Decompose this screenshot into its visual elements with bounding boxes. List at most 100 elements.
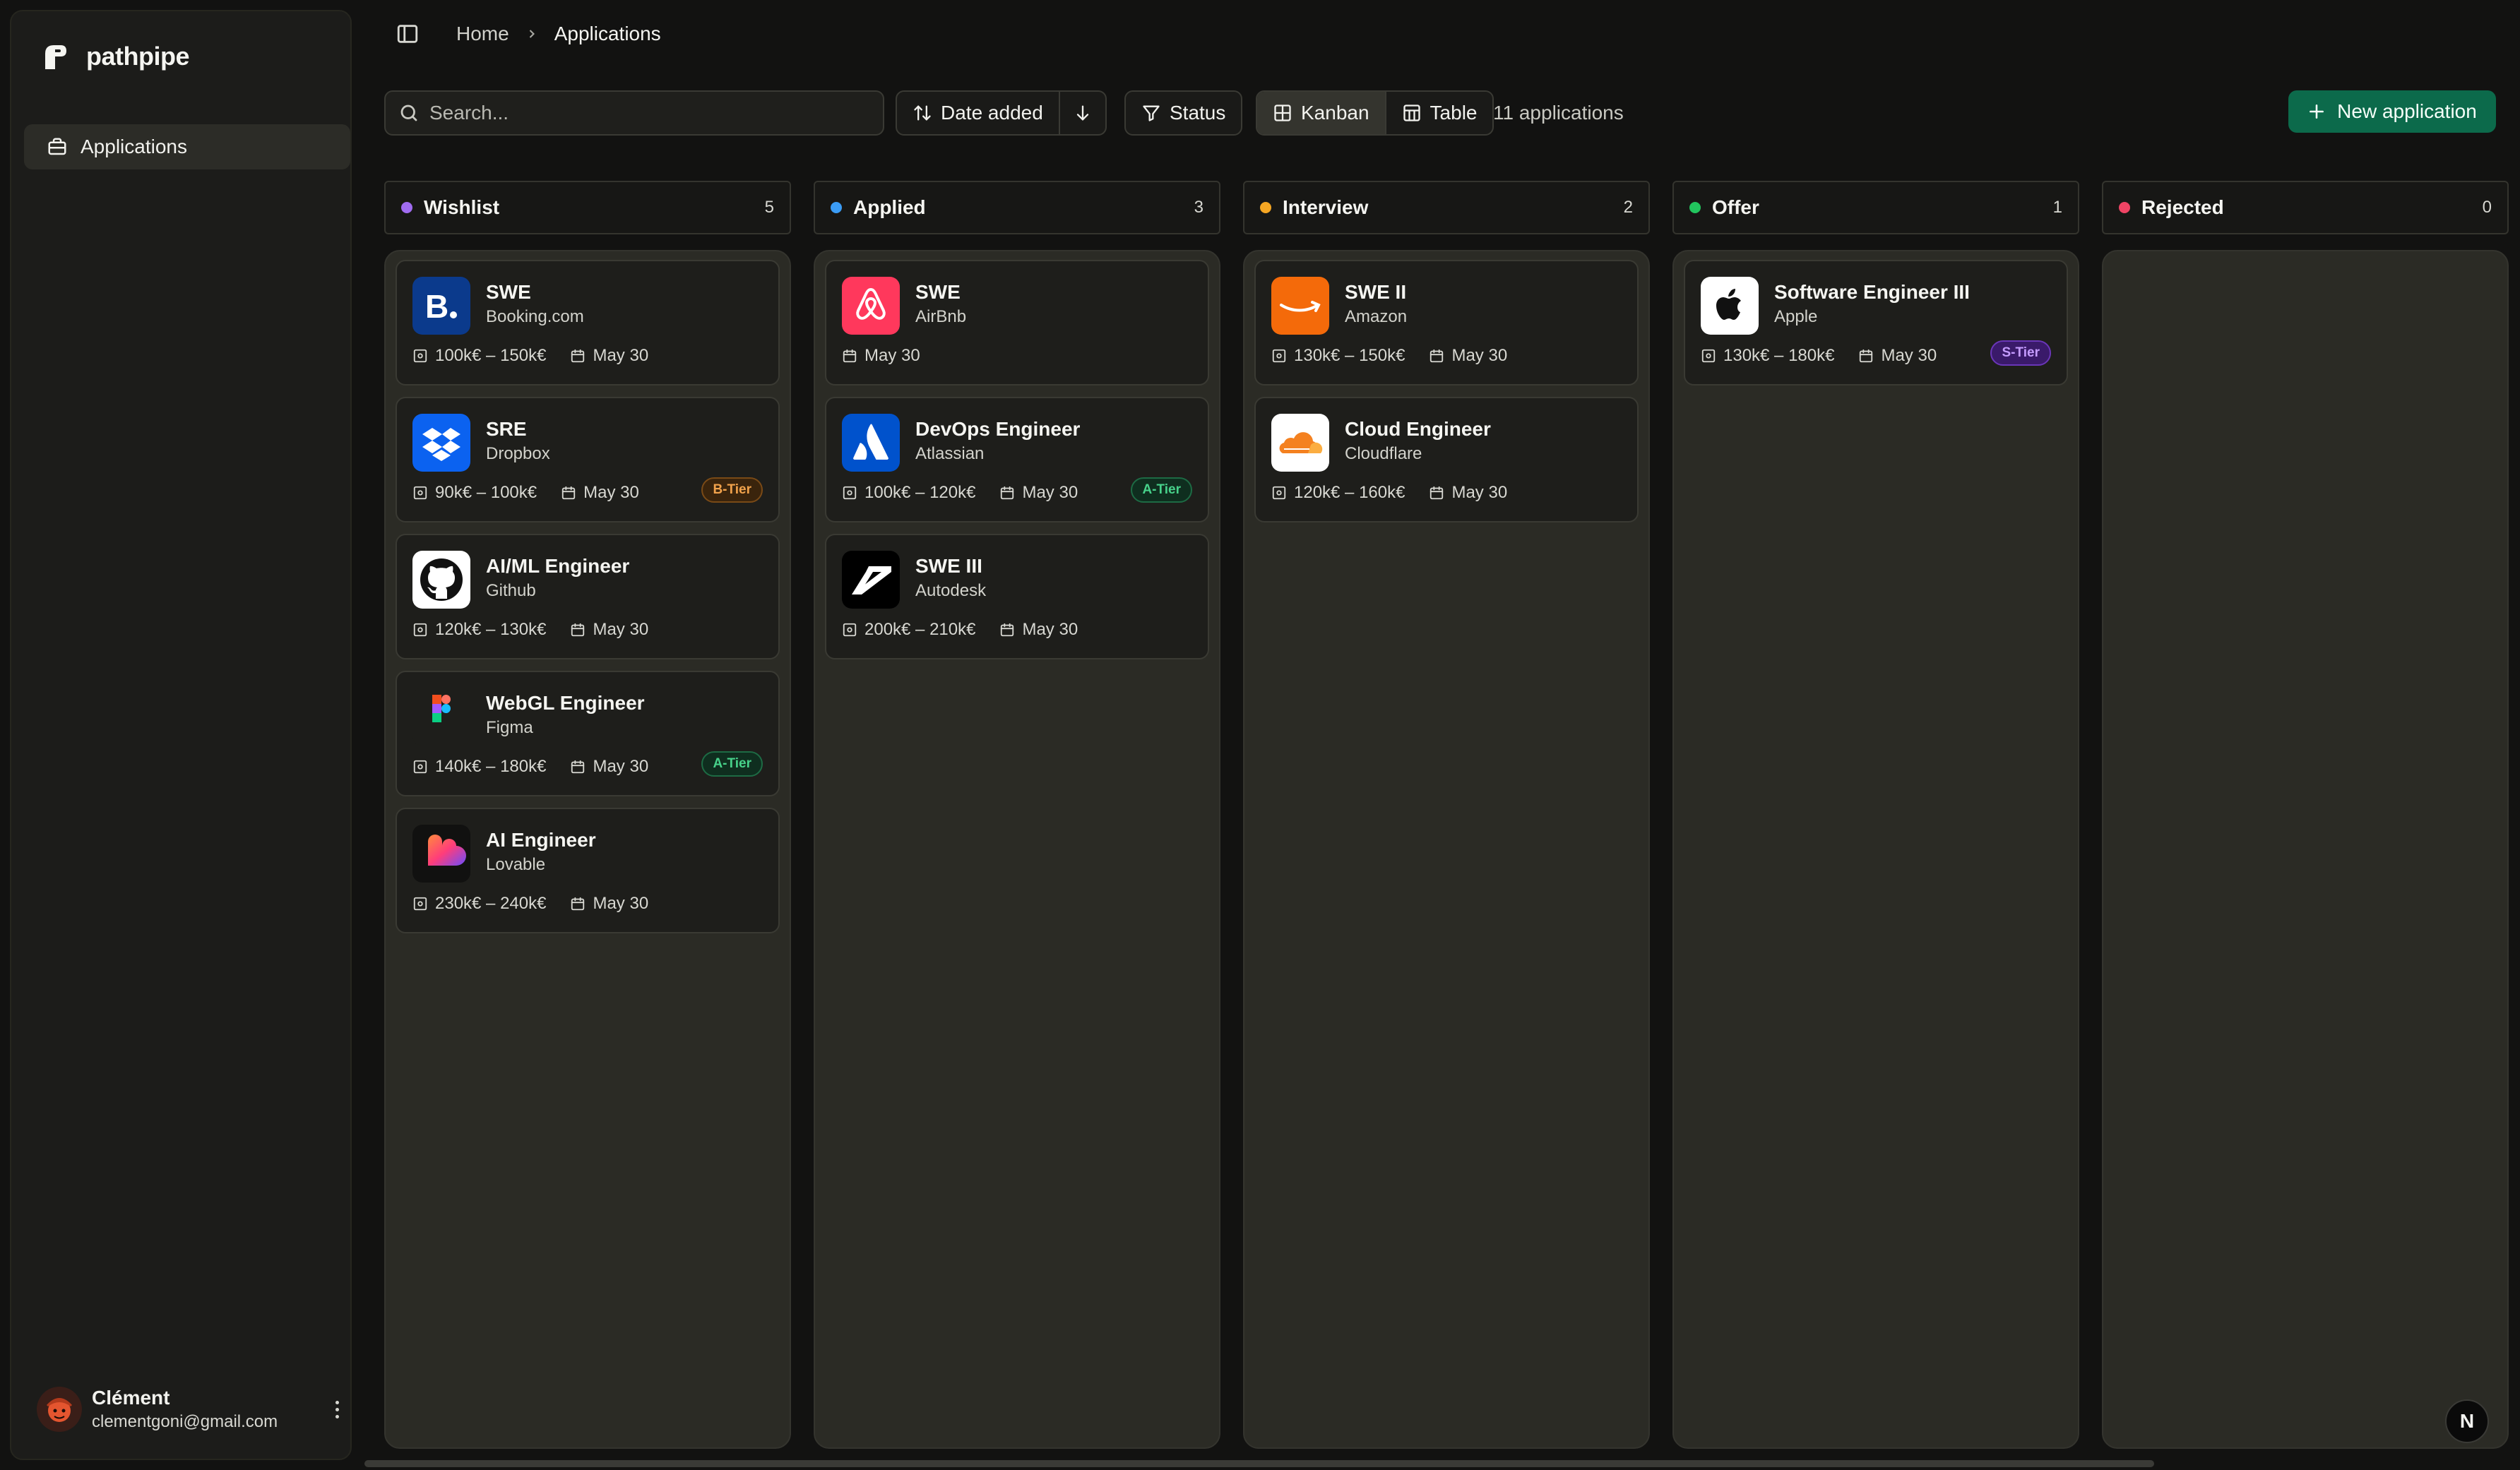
application-card[interactable]: Software Engineer III Apple 130k€ – 180k€ M…	[1684, 260, 2068, 386]
view-table-label: Table	[1430, 102, 1478, 124]
plus-icon	[2310, 104, 2324, 119]
sidebar-item-applications[interactable]: Applications	[24, 124, 350, 169]
new-application-label: New application	[2337, 100, 2477, 122]
column-header[interactable]: Applied 3	[814, 181, 1220, 234]
application-card[interactable]: AI/ML Engineer Github 120k€ – 130k€ May 30	[396, 534, 780, 659]
user-email: clementgoni@gmail.com	[92, 1412, 278, 1431]
application-card[interactable]: SWE AirBnb May 30	[825, 260, 1209, 386]
card-meta: 100k€ – 150k€ May 30	[412, 343, 763, 369]
column-title: Applied	[853, 196, 926, 218]
sidebar-toggle-icon[interactable]	[396, 22, 420, 46]
salary-range: 230k€ – 240k€	[435, 894, 547, 913]
toolbar: Date added Status Kanban Table 11 applic…	[384, 90, 2496, 136]
application-card[interactable]: B SWE Booking.com 100k€ – 150k€ May 30	[396, 260, 780, 386]
date-added: May 30	[864, 346, 920, 365]
horizontal-scrollbar[interactable]	[364, 1460, 2154, 1467]
date-added: May 30	[593, 894, 649, 913]
application-card[interactable]: Cloud Engineer Cloudflare 120k€ – 160k€ May…	[1254, 397, 1639, 522]
application-card[interactable]: SWE III Autodesk 200k€ – 210k€ May 30	[825, 534, 1209, 659]
apple-logo-icon	[1701, 277, 1759, 335]
calendar-icon	[1860, 349, 1873, 363]
salary-range: 90k€ – 100k€	[435, 483, 537, 502]
date-added: May 30	[1881, 346, 1937, 365]
banknote-icon	[413, 349, 427, 363]
application-card[interactable]: AI Engineer Lovable 230k€ – 240k€ May 30	[396, 808, 780, 933]
column-applied: Applied 3 SWE AirBnb May 30 DevOps Engineer At…	[814, 181, 1220, 1449]
tier-badge: B-Tier	[701, 477, 763, 503]
job-title: SWE II	[1345, 281, 1407, 303]
column-title: Offer	[1712, 196, 1759, 218]
status-dot	[831, 202, 842, 213]
column-drop-zone[interactable]: SWE II Amazon 130k€ – 150k€ May 30 Cloud Eng…	[1243, 250, 1650, 1449]
user-name: Clément	[92, 1387, 170, 1409]
new-application-button[interactable]: New application	[2288, 90, 2496, 133]
sidebar: pathpipe Applications Clément clementgon…	[10, 10, 352, 1460]
status-filter-label: Status	[1170, 102, 1226, 124]
column-count: 0	[2482, 198, 2492, 217]
application-card[interactable]: SWE II Amazon 130k€ – 150k€ May 30	[1254, 260, 1639, 386]
banknote-icon	[843, 623, 857, 637]
search-icon	[400, 104, 417, 121]
kanban-icon	[1274, 104, 1291, 121]
view-table-button[interactable]: Table	[1384, 92, 1493, 134]
date-added: May 30	[1022, 620, 1078, 639]
figma-logo-icon	[412, 688, 470, 746]
user-avatar-icon	[37, 1387, 82, 1432]
status-dot	[2119, 202, 2130, 213]
status-dot	[1689, 202, 1701, 213]
job-title: SWE	[486, 281, 531, 303]
application-card[interactable]: SRE Dropbox 90k€ – 100k€ May 30 B-Tier	[396, 397, 780, 522]
column-drop-zone[interactable]: Software Engineer III Apple 130k€ – 180k€ M…	[1672, 250, 2079, 1449]
column-header[interactable]: Offer 1	[1672, 181, 2079, 234]
dropbox-logo-icon	[412, 414, 470, 472]
column-drop-zone[interactable]: B SWE Booking.com 100k€ – 150k€ May 30 SRE Dro…	[384, 250, 791, 1449]
card-meta: 230k€ – 240k€ May 30	[412, 891, 763, 916]
tier-badge: S-Tier	[1990, 340, 2051, 366]
banknote-icon	[1272, 349, 1286, 363]
search-box[interactable]	[384, 90, 884, 136]
application-card[interactable]: WebGL Engineer Figma 140k€ – 180k€ May 30 A-…	[396, 671, 780, 796]
cloudflare-logo-icon	[1271, 414, 1329, 472]
salary-range: 140k€ – 180k€	[435, 757, 547, 776]
banknote-icon	[413, 897, 427, 911]
breadcrumb-home[interactable]: Home	[456, 23, 509, 45]
date-added: May 30	[593, 346, 649, 365]
job-title: SWE	[915, 281, 961, 303]
card-meta: 130k€ – 150k€ May 30	[1271, 343, 1622, 369]
company-name: Atlassian	[915, 444, 985, 463]
column-header[interactable]: Interview 2	[1243, 181, 1650, 234]
calendar-icon	[843, 349, 857, 363]
nextjs-devtools-badge[interactable]: N	[2445, 1399, 2489, 1443]
user-profile[interactable]: Clément clementgoni@gmail.com	[37, 1381, 347, 1438]
card-meta: 120k€ – 130k€ May 30	[412, 617, 763, 643]
search-input[interactable]	[429, 102, 853, 124]
card-meta: 200k€ – 210k€ May 30	[842, 617, 1192, 643]
view-kanban-button[interactable]: Kanban	[1257, 92, 1385, 134]
applications-count: 11 applications	[1493, 102, 1624, 124]
view-kanban-label: Kanban	[1301, 102, 1369, 124]
calendar-icon	[571, 897, 585, 911]
breadcrumb-current: Applications	[554, 23, 661, 44]
column-header[interactable]: Rejected 0	[2102, 181, 2509, 234]
column-header[interactable]: Wishlist 5	[384, 181, 791, 234]
column-drop-zone[interactable]	[2102, 250, 2509, 1449]
more-vertical-icon[interactable]	[326, 1395, 347, 1423]
date-added: May 30	[1451, 483, 1508, 502]
column-interview: Interview 2 SWE II Amazon 130k€ – 150k€ May 3…	[1243, 181, 1650, 1449]
company-name: Apple	[1774, 307, 1818, 326]
salary-range: 130k€ – 180k€	[1723, 346, 1835, 365]
column-count: 2	[1623, 198, 1633, 217]
status-filter-button[interactable]: Status	[1126, 92, 1241, 134]
sort-direction-button[interactable]	[1058, 92, 1105, 134]
column-drop-zone[interactable]: SWE AirBnb May 30 DevOps Engineer Atlassian 1…	[814, 250, 1220, 1449]
job-title: AI/ML Engineer	[486, 555, 630, 577]
salary-range: 120k€ – 160k€	[1294, 483, 1405, 502]
calendar-icon	[1001, 623, 1014, 637]
sort-button[interactable]: Date added	[897, 92, 1059, 134]
job-title: WebGL Engineer	[486, 692, 645, 714]
salary-range: 100k€ – 120k€	[864, 483, 976, 502]
brand[interactable]: pathpipe	[40, 41, 190, 72]
tier-badge: A-Tier	[701, 751, 763, 777]
application-card[interactable]: DevOps Engineer Atlassian 100k€ – 120k€ May…	[825, 397, 1209, 522]
company-name: Amazon	[1345, 307, 1408, 326]
